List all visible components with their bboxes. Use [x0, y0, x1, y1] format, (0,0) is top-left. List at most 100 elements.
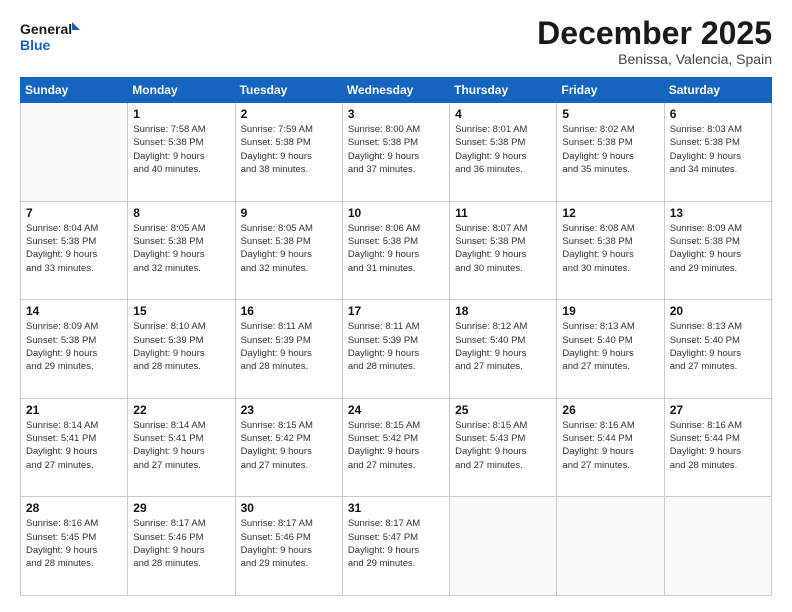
day-info: Sunrise: 7:59 AMSunset: 5:38 PMDaylight:… [241, 123, 337, 176]
day-info: Sunrise: 8:14 AMSunset: 5:41 PMDaylight:… [26, 419, 122, 472]
day-number: 3 [348, 107, 444, 121]
day-info: Sunrise: 8:08 AMSunset: 5:38 PMDaylight:… [562, 222, 658, 275]
day-number: 19 [562, 304, 658, 318]
day-number: 11 [455, 206, 551, 220]
day-number: 9 [241, 206, 337, 220]
day-number: 30 [241, 501, 337, 515]
calendar-cell: 21 Sunrise: 8:14 AMSunset: 5:41 PMDayligh… [21, 398, 128, 497]
header: General Blue December 2025 Benissa, Vale… [20, 16, 772, 67]
page: General Blue December 2025 Benissa, Vale… [0, 0, 792, 612]
calendar-cell: 4Sunrise: 8:01 AMSunset: 5:38 PMDaylight… [450, 103, 557, 202]
day-number: 7 [26, 206, 122, 220]
day-number: 12 [562, 206, 658, 220]
month-title: December 2025 [537, 16, 772, 51]
day-number: 14 [26, 304, 122, 318]
calendar-cell: 13 Sunrise: 8:09 AMSunset: 5:38 PMDayligh… [664, 201, 771, 300]
calendar-cell: 18Sunrise: 8:12 AMSunset: 5:40 PMDayligh… [450, 300, 557, 399]
day-number: 5 [562, 107, 658, 121]
day-number: 15 [133, 304, 229, 318]
day-info: Sunrise: 8:11 AMSunset: 5:39 PMDaylight:… [241, 320, 337, 373]
calendar-cell: 12 Sunrise: 8:08 AMSunset: 5:38 PMDayligh… [557, 201, 664, 300]
day-info: Sunrise: 8:15 AMSunset: 5:43 PMDaylight:… [455, 419, 551, 472]
calendar-cell: 26Sunrise: 8:16 AMSunset: 5:44 PMDayligh… [557, 398, 664, 497]
day-number: 28 [26, 501, 122, 515]
day-info: Sunrise: 8:04 AMSunset: 5:38 PMDaylight:… [26, 222, 122, 275]
weekday-header-tuesday: Tuesday [235, 78, 342, 103]
logo: General Blue [20, 16, 80, 56]
calendar-cell: 9 Sunrise: 8:05 AMSunset: 5:38 PMDaylight… [235, 201, 342, 300]
calendar-cell: 31 Sunrise: 8:17 AMSunset: 5:47 PMDayligh… [342, 497, 449, 596]
day-number: 18 [455, 304, 551, 318]
day-info: Sunrise: 8:17 AMSunset: 5:46 PMDaylight:… [241, 517, 337, 570]
day-info: Sunrise: 8:16 AMSunset: 5:44 PMDaylight:… [562, 419, 658, 472]
day-number: 31 [348, 501, 444, 515]
calendar-cell [664, 497, 771, 596]
day-number: 10 [348, 206, 444, 220]
logo-svg: General Blue [20, 16, 80, 56]
day-info: Sunrise: 8:13 AMSunset: 5:40 PMDaylight:… [670, 320, 766, 373]
day-info: Sunrise: 8:07 AMSunset: 5:38 PMDaylight:… [455, 222, 551, 275]
day-number: 16 [241, 304, 337, 318]
weekday-header-thursday: Thursday [450, 78, 557, 103]
svg-text:General: General [20, 21, 72, 37]
weekday-header-wednesday: Wednesday [342, 78, 449, 103]
day-number: 21 [26, 403, 122, 417]
calendar-cell: 2Sunrise: 7:59 AMSunset: 5:38 PMDaylight… [235, 103, 342, 202]
calendar-cell: 11 Sunrise: 8:07 AMSunset: 5:38 PMDayligh… [450, 201, 557, 300]
day-info: Sunrise: 8:09 AMSunset: 5:38 PMDaylight:… [26, 320, 122, 373]
day-number: 27 [670, 403, 766, 417]
day-info: Sunrise: 8:16 AMSunset: 5:44 PMDaylight:… [670, 419, 766, 472]
calendar-table: SundayMondayTuesdayWednesdayThursdayFrid… [20, 77, 772, 596]
calendar-cell: 16 Sunrise: 8:11 AMSunset: 5:39 PMDayligh… [235, 300, 342, 399]
day-info: Sunrise: 8:11 AMSunset: 5:39 PMDaylight:… [348, 320, 444, 373]
day-info: Sunrise: 8:17 AMSunset: 5:46 PMDaylight:… [133, 517, 229, 570]
calendar-cell: 25 Sunrise: 8:15 AMSunset: 5:43 PMDayligh… [450, 398, 557, 497]
day-info: Sunrise: 8:15 AMSunset: 5:42 PMDaylight:… [348, 419, 444, 472]
day-info: Sunrise: 8:14 AMSunset: 5:41 PMDaylight:… [133, 419, 229, 472]
day-info: Sunrise: 8:02 AMSunset: 5:38 PMDaylight:… [562, 123, 658, 176]
day-number: 25 [455, 403, 551, 417]
calendar-cell: 27 Sunrise: 8:16 AMSunset: 5:44 PMDayligh… [664, 398, 771, 497]
title-block: December 2025 Benissa, Valencia, Spain [537, 16, 772, 67]
weekday-header-monday: Monday [128, 78, 235, 103]
day-info: Sunrise: 8:17 AMSunset: 5:47 PMDaylight:… [348, 517, 444, 570]
day-info: Sunrise: 8:05 AMSunset: 5:38 PMDaylight:… [241, 222, 337, 275]
calendar-cell [450, 497, 557, 596]
day-info: Sunrise: 8:06 AMSunset: 5:38 PMDaylight:… [348, 222, 444, 275]
day-info: Sunrise: 8:00 AMSunset: 5:38 PMDaylight:… [348, 123, 444, 176]
day-number: 23 [241, 403, 337, 417]
day-number: 8 [133, 206, 229, 220]
calendar-cell: 22 Sunrise: 8:14 AMSunset: 5:41 PMDayligh… [128, 398, 235, 497]
calendar-cell: 5 Sunrise: 8:02 AMSunset: 5:38 PMDaylight… [557, 103, 664, 202]
day-number: 6 [670, 107, 766, 121]
calendar-cell: 17 Sunrise: 8:11 AMSunset: 5:39 PMDayligh… [342, 300, 449, 399]
calendar-cell: 15 Sunrise: 8:10 AMSunset: 5:39 PMDayligh… [128, 300, 235, 399]
day-info: Sunrise: 8:10 AMSunset: 5:39 PMDaylight:… [133, 320, 229, 373]
calendar-cell: 8Sunrise: 8:05 AMSunset: 5:38 PMDaylight… [128, 201, 235, 300]
calendar-cell: 7 Sunrise: 8:04 AMSunset: 5:38 PMDaylight… [21, 201, 128, 300]
calendar-cell: 14 Sunrise: 8:09 AMSunset: 5:38 PMDayligh… [21, 300, 128, 399]
day-number: 22 [133, 403, 229, 417]
day-number: 13 [670, 206, 766, 220]
calendar-cell: 24 Sunrise: 8:15 AMSunset: 5:42 PMDayligh… [342, 398, 449, 497]
calendar-cell: 29Sunrise: 8:17 AMSunset: 5:46 PMDayligh… [128, 497, 235, 596]
day-info: Sunrise: 8:13 AMSunset: 5:40 PMDaylight:… [562, 320, 658, 373]
calendar-cell [21, 103, 128, 202]
calendar-cell: 10 Sunrise: 8:06 AMSunset: 5:38 PMDayligh… [342, 201, 449, 300]
day-info: Sunrise: 7:58 AMSunset: 5:38 PMDaylight:… [133, 123, 229, 176]
calendar-cell: 30 Sunrise: 8:17 AMSunset: 5:46 PMDayligh… [235, 497, 342, 596]
day-info: Sunrise: 8:16 AMSunset: 5:45 PMDaylight:… [26, 517, 122, 570]
day-number: 4 [455, 107, 551, 121]
location-subtitle: Benissa, Valencia, Spain [537, 51, 772, 67]
calendar-cell: 6 Sunrise: 8:03 AMSunset: 5:38 PMDaylight… [664, 103, 771, 202]
weekday-header-friday: Friday [557, 78, 664, 103]
day-number: 24 [348, 403, 444, 417]
day-info: Sunrise: 8:09 AMSunset: 5:38 PMDaylight:… [670, 222, 766, 275]
weekday-header-sunday: Sunday [21, 78, 128, 103]
day-info: Sunrise: 8:03 AMSunset: 5:38 PMDaylight:… [670, 123, 766, 176]
weekday-header-saturday: Saturday [664, 78, 771, 103]
calendar-cell: 20Sunrise: 8:13 AMSunset: 5:40 PMDayligh… [664, 300, 771, 399]
day-number: 17 [348, 304, 444, 318]
day-number: 1 [133, 107, 229, 121]
day-info: Sunrise: 8:15 AMSunset: 5:42 PMDaylight:… [241, 419, 337, 472]
